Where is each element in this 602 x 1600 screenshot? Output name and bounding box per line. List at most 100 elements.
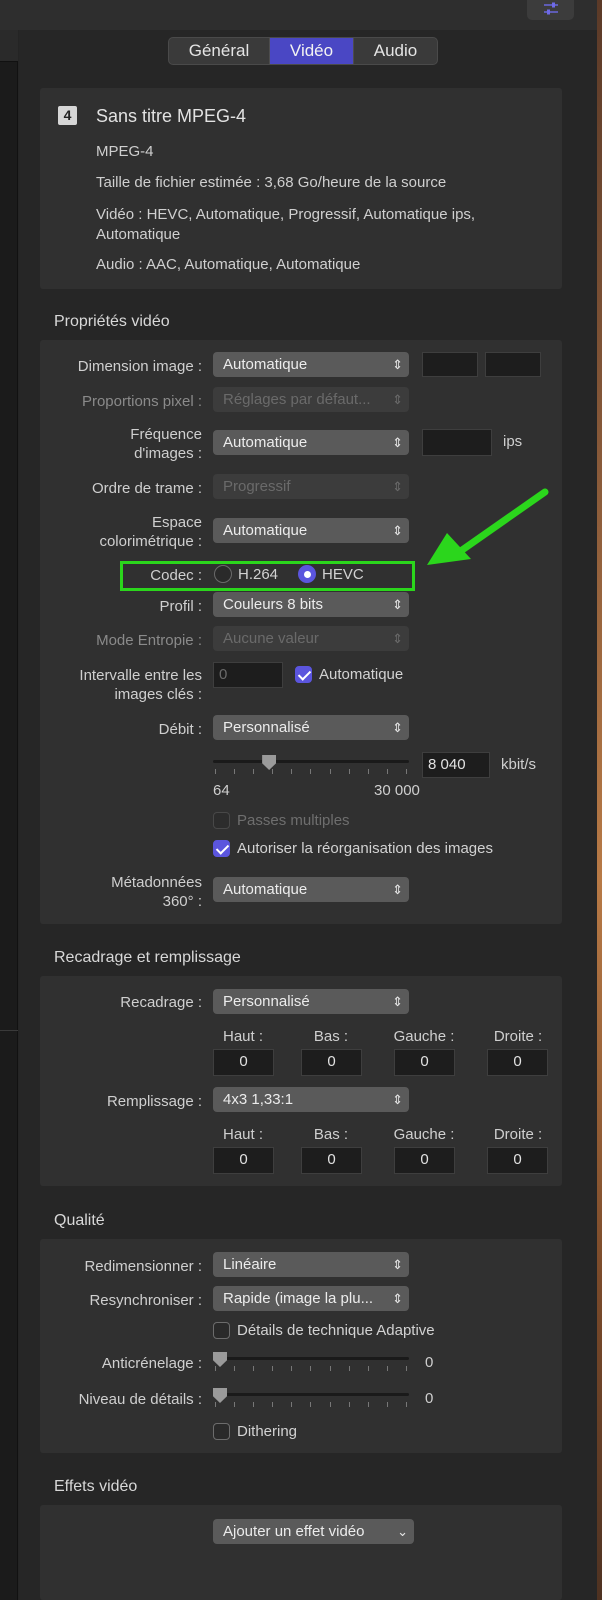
crop-bottom-field[interactable]: 0 xyxy=(301,1049,362,1076)
updown-chevron-icon: ⇕ xyxy=(392,882,403,897)
resize-label: Redimensionner : xyxy=(84,1258,202,1275)
pad-top-field[interactable]: 0 xyxy=(213,1147,274,1174)
framerate-label-1: Fréquence xyxy=(130,426,202,443)
pad-bottom-field[interactable]: 0 xyxy=(301,1147,362,1174)
bitrate-slider-track[interactable] xyxy=(213,760,409,763)
framerate-unit: ips xyxy=(503,433,523,450)
tab-bar: Général Vidéo Audio xyxy=(168,37,438,65)
crop-col-bottom: Bas : xyxy=(313,1028,349,1045)
bitrate-popup[interactable]: Personnalisé ⇕ xyxy=(213,715,409,740)
bitrate-unit: kbit/s xyxy=(501,756,537,773)
keyframe-label-1: Intervalle entre les xyxy=(79,667,202,684)
section-title-crop: Recadrage et remplissage xyxy=(54,949,241,966)
green-arrow-annotation xyxy=(427,488,549,565)
detail-slider-track[interactable] xyxy=(213,1393,409,1396)
summary-format: MPEG-4 xyxy=(96,143,154,160)
meta360-popup[interactable]: Automatique ⇕ xyxy=(213,877,409,902)
pad-col-right: Droite : xyxy=(493,1126,543,1143)
framerate-field[interactable] xyxy=(422,429,492,456)
dimension-label: Dimension image : xyxy=(77,358,202,375)
updown-chevron-icon: ⇕ xyxy=(392,392,403,407)
updown-chevron-icon: ⇕ xyxy=(392,720,403,735)
updown-chevron-icon: ⇕ xyxy=(392,1257,403,1272)
antialias-slider-ticks xyxy=(215,1366,407,1371)
summary-title: Sans titre MPEG-4 xyxy=(96,106,247,126)
meta360-label-2: 360° : xyxy=(162,893,202,910)
crop-left-field[interactable]: 0 xyxy=(394,1049,455,1076)
pad-label: Remplissage : xyxy=(106,1093,202,1110)
bitrate-max-label: 30 000 xyxy=(374,782,420,799)
summary-audio: Audio : AAC, Automatique, Automatique xyxy=(96,256,361,273)
pad-popup[interactable]: 4x3 1,33:1 ⇕ xyxy=(213,1087,409,1112)
field-order-popup: Progressif ⇕ xyxy=(213,474,409,499)
updown-chevron-icon: ⇕ xyxy=(392,597,403,612)
dimension-height-field[interactable] xyxy=(485,352,541,377)
tab-general[interactable]: Général xyxy=(169,38,269,64)
window-toolbar xyxy=(0,0,602,30)
dimension-width-field[interactable] xyxy=(422,352,478,377)
codec-label-hevc: HEVC xyxy=(322,566,364,583)
updown-chevron-icon: ⇕ xyxy=(392,1291,403,1306)
keyframe-auto-label: Automatique xyxy=(319,666,404,683)
crop-popup[interactable]: Personnalisé ⇕ xyxy=(213,989,409,1014)
bitrate-slider-ticks xyxy=(215,769,407,774)
codec-radio-h264[interactable] xyxy=(214,565,232,583)
pad-right-field[interactable]: 0 xyxy=(487,1147,548,1174)
antialias-label: Anticrénelage : xyxy=(101,1355,202,1372)
entropy-popup: Aucune valeur ⇕ xyxy=(213,626,409,651)
antialias-value: 0 xyxy=(425,1354,434,1371)
field-order-label: Ordre de trame : xyxy=(91,480,202,497)
resize-popup[interactable]: Linéaire ⇕ xyxy=(213,1252,409,1277)
crop-label: Recadrage : xyxy=(120,994,202,1011)
summary-video-line1: Vidéo : HEVC, Automatique, Progressif, A… xyxy=(96,206,476,223)
section-title-quality: Qualité xyxy=(54,1212,105,1229)
crop-col-top: Haut : xyxy=(222,1028,264,1045)
crop-right-field[interactable]: 0 xyxy=(487,1049,548,1076)
crop-top-field[interactable]: 0 xyxy=(213,1049,274,1076)
bitrate-field[interactable]: 8 040 xyxy=(422,752,490,778)
pixel-aspect-label: Proportions pixel : xyxy=(81,393,202,410)
pad-col-top: Haut : xyxy=(222,1126,264,1143)
pad-col-bottom: Bas : xyxy=(313,1126,349,1143)
updown-chevron-icon: ⇕ xyxy=(392,631,403,646)
chevron-down-icon: ⌄ xyxy=(397,1524,408,1539)
inspector-toggle-button[interactable] xyxy=(527,0,574,20)
antialias-slider-track[interactable] xyxy=(213,1357,409,1360)
detail-level-value: 0 xyxy=(425,1390,434,1407)
detail-slider-ticks xyxy=(215,1402,407,1407)
summary-video-line2: Automatique xyxy=(96,226,181,243)
updown-chevron-icon: ⇕ xyxy=(392,523,403,538)
colorspace-label-1: Espace xyxy=(151,514,202,531)
tab-video[interactable]: Vidéo xyxy=(269,38,353,64)
dithering-checkbox[interactable] xyxy=(213,1423,230,1440)
add-video-effect-popup[interactable]: Ajouter un effet vidéo ⌄ xyxy=(213,1519,414,1544)
colorspace-popup[interactable]: Automatique ⇕ xyxy=(213,518,409,543)
profile-label: Profil : xyxy=(159,598,202,615)
retime-popup[interactable]: Rapide (image la plu... ⇕ xyxy=(213,1286,409,1311)
multipass-checkbox xyxy=(213,812,230,829)
updown-chevron-icon: ⇕ xyxy=(392,357,403,372)
codec-radio-hevc[interactable] xyxy=(298,565,316,583)
retime-label: Resynchroniser : xyxy=(89,1292,202,1309)
tab-audio[interactable]: Audio xyxy=(353,38,437,64)
entropy-label: Mode Entropie : xyxy=(96,632,202,649)
pad-left-field[interactable]: 0 xyxy=(394,1147,455,1174)
keyframe-interval-field[interactable]: 0 xyxy=(213,662,283,688)
crop-col-left: Gauche : xyxy=(393,1028,455,1045)
section-title-effects: Effets vidéo xyxy=(54,1478,138,1495)
profile-popup[interactable]: Couleurs 8 bits ⇕ xyxy=(213,592,409,617)
keyframe-auto-checkbox[interactable] xyxy=(295,666,312,683)
dimension-popup[interactable]: Automatique ⇕ xyxy=(213,352,409,377)
multipass-label: Passes multiples xyxy=(237,812,350,829)
adaptive-details-label: Détails de technique Adaptive xyxy=(237,1322,435,1339)
crop-col-right: Droite : xyxy=(493,1028,543,1045)
bitrate-label: Débit : xyxy=(158,721,202,738)
detail-level-label: Niveau de détails : xyxy=(78,1391,202,1408)
summary-filesize: Taille de fichier estimée : 3,68 Go/heur… xyxy=(96,174,447,191)
framerate-popup[interactable]: Automatique ⇕ xyxy=(213,430,409,455)
frame-reorder-checkbox[interactable] xyxy=(213,840,230,857)
pixel-aspect-popup: Réglages par défaut... ⇕ xyxy=(213,387,409,412)
bitrate-min-label: 64 xyxy=(213,782,230,799)
keyframe-label-2: images clés : xyxy=(114,686,202,703)
adaptive-details-checkbox[interactable] xyxy=(213,1322,230,1339)
